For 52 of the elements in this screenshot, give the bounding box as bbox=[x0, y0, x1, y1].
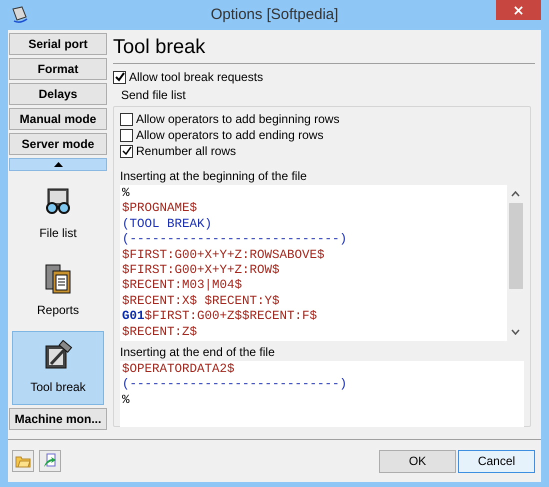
checkbox-box[interactable] bbox=[120, 144, 133, 158]
code-line: $FIRST:G00+X+Y+Z:ROW$ bbox=[122, 263, 281, 278]
code-line: (----------------------------) bbox=[122, 232, 348, 248]
group-title: Send file list bbox=[121, 87, 187, 104]
window-title: Options [Softpedia] bbox=[210, 4, 338, 25]
code-line: $OPERATORDATA2$ bbox=[122, 362, 236, 378]
checkbox-label[interactable]: Allow operators to add ending rows bbox=[136, 126, 324, 144]
code-line: % bbox=[122, 392, 131, 408]
sidebar-button[interactable]: Delays bbox=[9, 83, 107, 105]
sidebar-button[interactable]: Machine mon... bbox=[9, 408, 107, 430]
code-line: (TOOL BREAK) bbox=[122, 216, 214, 232]
sidebar-button[interactable]: Serial port bbox=[9, 33, 107, 55]
checkbox-label[interactable]: Allow operators to add beginning rows bbox=[136, 110, 340, 128]
sidebar-tile[interactable]: Tool break bbox=[12, 331, 104, 405]
code-line: $RECENT:Z$ bbox=[122, 324, 198, 340]
export-button[interactable] bbox=[39, 450, 61, 472]
scrollbar-thumb[interactable] bbox=[508, 203, 522, 289]
code-editor[interactable]: $OPERATORDATA2$ (----------------------------) % bbox=[120, 361, 524, 427]
page-title: Tool break bbox=[113, 35, 206, 59]
editor-label: Inserting at the end of the file bbox=[120, 344, 276, 361]
code-line: G01$FIRST:G00+Z$$RECENT:F$ bbox=[122, 309, 318, 325]
checkbox-box[interactable] bbox=[113, 70, 126, 84]
check-icon bbox=[122, 146, 132, 156]
code-line: % bbox=[122, 186, 131, 202]
close-button[interactable] bbox=[496, 0, 541, 20]
sidebar-button[interactable]: Format bbox=[9, 58, 107, 80]
checkbox-label[interactable]: Allow tool break requests bbox=[129, 68, 264, 86]
document-arrow-icon bbox=[42, 453, 58, 469]
sidebar-tile[interactable]: File list bbox=[12, 177, 104, 251]
code-line: $PROGNAME$ bbox=[122, 201, 198, 217]
dialog-button[interactable]: OK bbox=[379, 450, 456, 472]
scroll-up-icon[interactable] bbox=[511, 191, 520, 197]
sidebar-button[interactable]: Manual mode bbox=[9, 108, 107, 130]
code-line: $RECENT:M03|M04$ bbox=[122, 278, 244, 294]
up-triangle-icon bbox=[54, 162, 62, 167]
code-line: $FIRST:G00+X+Y+Z:ROWSABOVE$ bbox=[122, 248, 326, 264]
code-editor[interactable]: % $PROGNAME$ (TOOL BREAK) (----------------------------) $FIRST:G00+X+Y+Z:ROWSABOVE$ $FIRST:G00+X+Y+Z:ROW$ $RECENT:M03|M04$ $RECENT:X$ $RECENT:Y$ G01$FIRST:G00+Z$$RECENT:F$ $RECENT:Z$ bbox=[120, 185, 524, 341]
checkbox-label[interactable]: Renumber all rows bbox=[136, 142, 236, 160]
open-folder-button[interactable] bbox=[12, 450, 34, 472]
scroll-down-icon[interactable] bbox=[511, 329, 520, 335]
checkbox-box[interactable] bbox=[120, 128, 133, 142]
dialog-button[interactable]: Cancel bbox=[458, 450, 535, 472]
check-icon bbox=[114, 72, 124, 82]
sidebar-button[interactable]: Server mode bbox=[9, 133, 107, 155]
code-line: $RECENT:X$ $RECENT:Y$ bbox=[122, 294, 281, 310]
sidebar-tile[interactable]: Reports bbox=[12, 254, 104, 328]
folder-icon bbox=[15, 454, 31, 468]
editor-label: Inserting at the beginning of the file bbox=[120, 168, 308, 185]
checkbox-box[interactable] bbox=[120, 112, 133, 126]
app-icon bbox=[10, 5, 30, 25]
close-icon bbox=[514, 6, 523, 14]
code-line: (----------------------------) bbox=[122, 377, 348, 393]
